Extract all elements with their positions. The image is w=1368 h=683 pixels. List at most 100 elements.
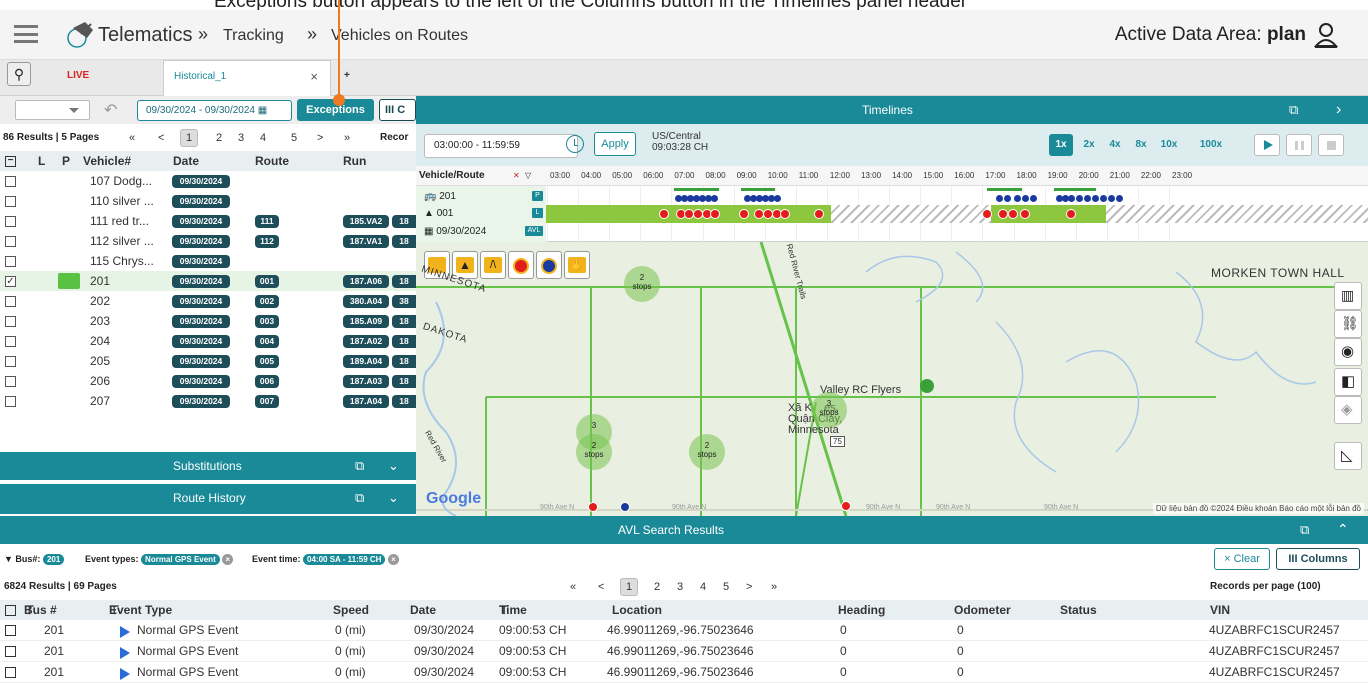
stop-event-marker[interactable] [1084,195,1091,202]
row-checkbox[interactable] [5,356,16,367]
page-3[interactable]: 3 [677,574,683,600]
stop-cluster[interactable]: 2 stops [576,434,612,470]
popout-icon[interactable]: ⧉ [1300,522,1309,538]
run-badge[interactable]: 187.A06 [343,275,389,288]
row-checkbox[interactable] [5,296,16,307]
exception-marker[interactable] [659,209,669,219]
stop-event-marker[interactable] [1116,195,1123,202]
play-event-icon[interactable] [120,668,130,680]
columns-button[interactable]: III C [379,99,416,121]
row-checkbox[interactable] [5,256,16,267]
stop-event-marker[interactable] [1014,195,1021,202]
play-event-icon[interactable] [120,647,130,659]
table-row[interactable]: 107 Dodg... 09/30/2024 [0,171,416,191]
popout-icon[interactable]: ⧉ [355,484,364,512]
prev-page-button[interactable]: < [158,127,164,149]
col-vehicle[interactable]: Vehicle# [83,151,131,171]
pause-button[interactable] [1286,134,1312,156]
chevron-down-icon[interactable]: ⌄ [388,452,399,480]
user-icon[interactable] [1314,22,1338,48]
run-badge[interactable]: 187.A02 [343,335,389,348]
layers-icon[interactable]: ◈ [1334,396,1362,424]
stop-event-marker[interactable] [1076,195,1083,202]
road-tool-icon[interactable]: /\ [480,251,506,279]
substitutions-section[interactable]: Substitutions ⧉ ⌄ [0,452,416,480]
filter-icon[interactable]: ▽ [525,166,531,186]
date-range-input[interactable]: 09/30/2024 - 09/30/2024 ▦ [137,100,292,121]
avl-row[interactable]: 201 Normal GPS Event 0 (mi) 09/30/2024 09:00… [0,662,1368,683]
stop-cluster[interactable]: 2 stops [624,266,660,302]
exception-marker[interactable] [998,209,1008,219]
row-checkbox[interactable] [5,376,16,387]
run-badge[interactable]: 18 [392,395,416,408]
map-pin-icon[interactable] [920,379,934,393]
row-checkbox[interactable] [5,336,16,347]
run-badge[interactable]: 187.A04 [343,395,389,408]
chevron-right-icon[interactable]: › [1336,101,1341,119]
table-row[interactable]: 205 09/30/2024 005 189.A04 18 [0,351,416,371]
select-all-checkbox[interactable] [5,605,16,616]
table-row[interactable]: 111 red tr... 09/30/2024 111 185.VA2 18 [0,211,416,231]
page-4[interactable]: 4 [260,127,266,149]
run-badge[interactable]: 18 [392,275,416,288]
row-checkbox[interactable] [5,667,16,678]
stop-event-marker[interactable] [1068,195,1075,202]
col-l[interactable]: L [38,151,45,171]
hamburger-menu-icon[interactable] [14,25,38,43]
route-badge[interactable]: 002 [255,295,279,308]
speed-100x[interactable]: 100x [1196,134,1226,156]
speed-1x[interactable]: 1x [1049,134,1073,156]
speed-4x[interactable]: 4x [1103,134,1127,156]
blue-point-tool-icon[interactable] [536,251,562,279]
exception-marker[interactable] [1008,209,1018,219]
exception-marker[interactable] [982,209,992,219]
stop-event-marker[interactable] [1004,195,1011,202]
calendar-icon[interactable]: ▦ [258,105,267,116]
map-view-icon[interactable]: ▥ [1334,282,1362,310]
run-badge[interactable]: 38 [392,295,416,308]
row-checkbox[interactable] [5,396,16,407]
col-location[interactable]: Location [612,600,662,620]
clock-icon[interactable] [566,135,584,153]
next-page-button[interactable]: > [746,574,752,600]
stop-event-marker[interactable] [711,195,718,202]
clear-filter-icon[interactable]: ✕ [513,166,520,186]
route-badge[interactable]: 006 [255,375,279,388]
avl-columns-button[interactable]: III Columns [1276,548,1360,570]
col-vin[interactable]: VIN [1210,600,1230,620]
route-badge[interactable]: 005 [255,355,279,368]
table-row[interactable]: 112 silver ... 09/30/2024 112 187.VA1 18 [0,231,416,251]
run-badge[interactable]: 185.VA2 [343,215,389,228]
route-badge[interactable]: 112 [255,235,279,248]
page-4[interactable]: 4 [700,574,706,600]
map-marker-blue[interactable] [620,502,630,512]
route-badge[interactable]: 111 [255,215,279,228]
row-checkbox[interactable] [5,646,16,657]
stop-event-marker[interactable] [1030,195,1037,202]
run-badge[interactable]: 18 [392,335,416,348]
exception-marker[interactable] [814,209,824,219]
page-2[interactable]: 2 [654,574,660,600]
speed-8x[interactable]: 8x [1129,134,1153,156]
layer-select-icon[interactable]: ◧ [1334,368,1362,396]
row-checkbox[interactable] [5,216,16,227]
filter-select[interactable] [15,100,90,120]
time-range-input[interactable]: 03:00:00 - 11:59:59 [424,134,578,158]
map-marker-red[interactable] [841,501,851,511]
map-marker-red[interactable] [588,502,598,512]
exception-marker[interactable] [780,209,790,219]
tab-live[interactable]: LIVE [57,60,157,96]
table-row[interactable]: 110 silver ... 09/30/2024 [0,191,416,211]
run-badge[interactable]: 18 [392,215,416,228]
hide-route-icon[interactable]: ⛓ [1334,310,1362,338]
col-p[interactable]: P [62,151,70,171]
chevron-up-icon[interactable]: ⌃ [1337,521,1349,538]
map-view[interactable]: ▲ /\ ✋ MINNESOTA DAKOTA Red River Trails… [416,242,1368,516]
popout-icon[interactable]: ⧉ [355,452,364,480]
row-checkbox[interactable] [5,176,16,187]
route-badge[interactable]: 007 [255,395,279,408]
table-row[interactable]: 207 09/30/2024 007 187.A04 18 [0,391,416,411]
table-row[interactable]: ✓ 201 09/30/2024 001 187.A06 18 [0,271,416,291]
col-status[interactable]: Status [1060,600,1097,620]
exception-marker[interactable] [1066,209,1076,219]
